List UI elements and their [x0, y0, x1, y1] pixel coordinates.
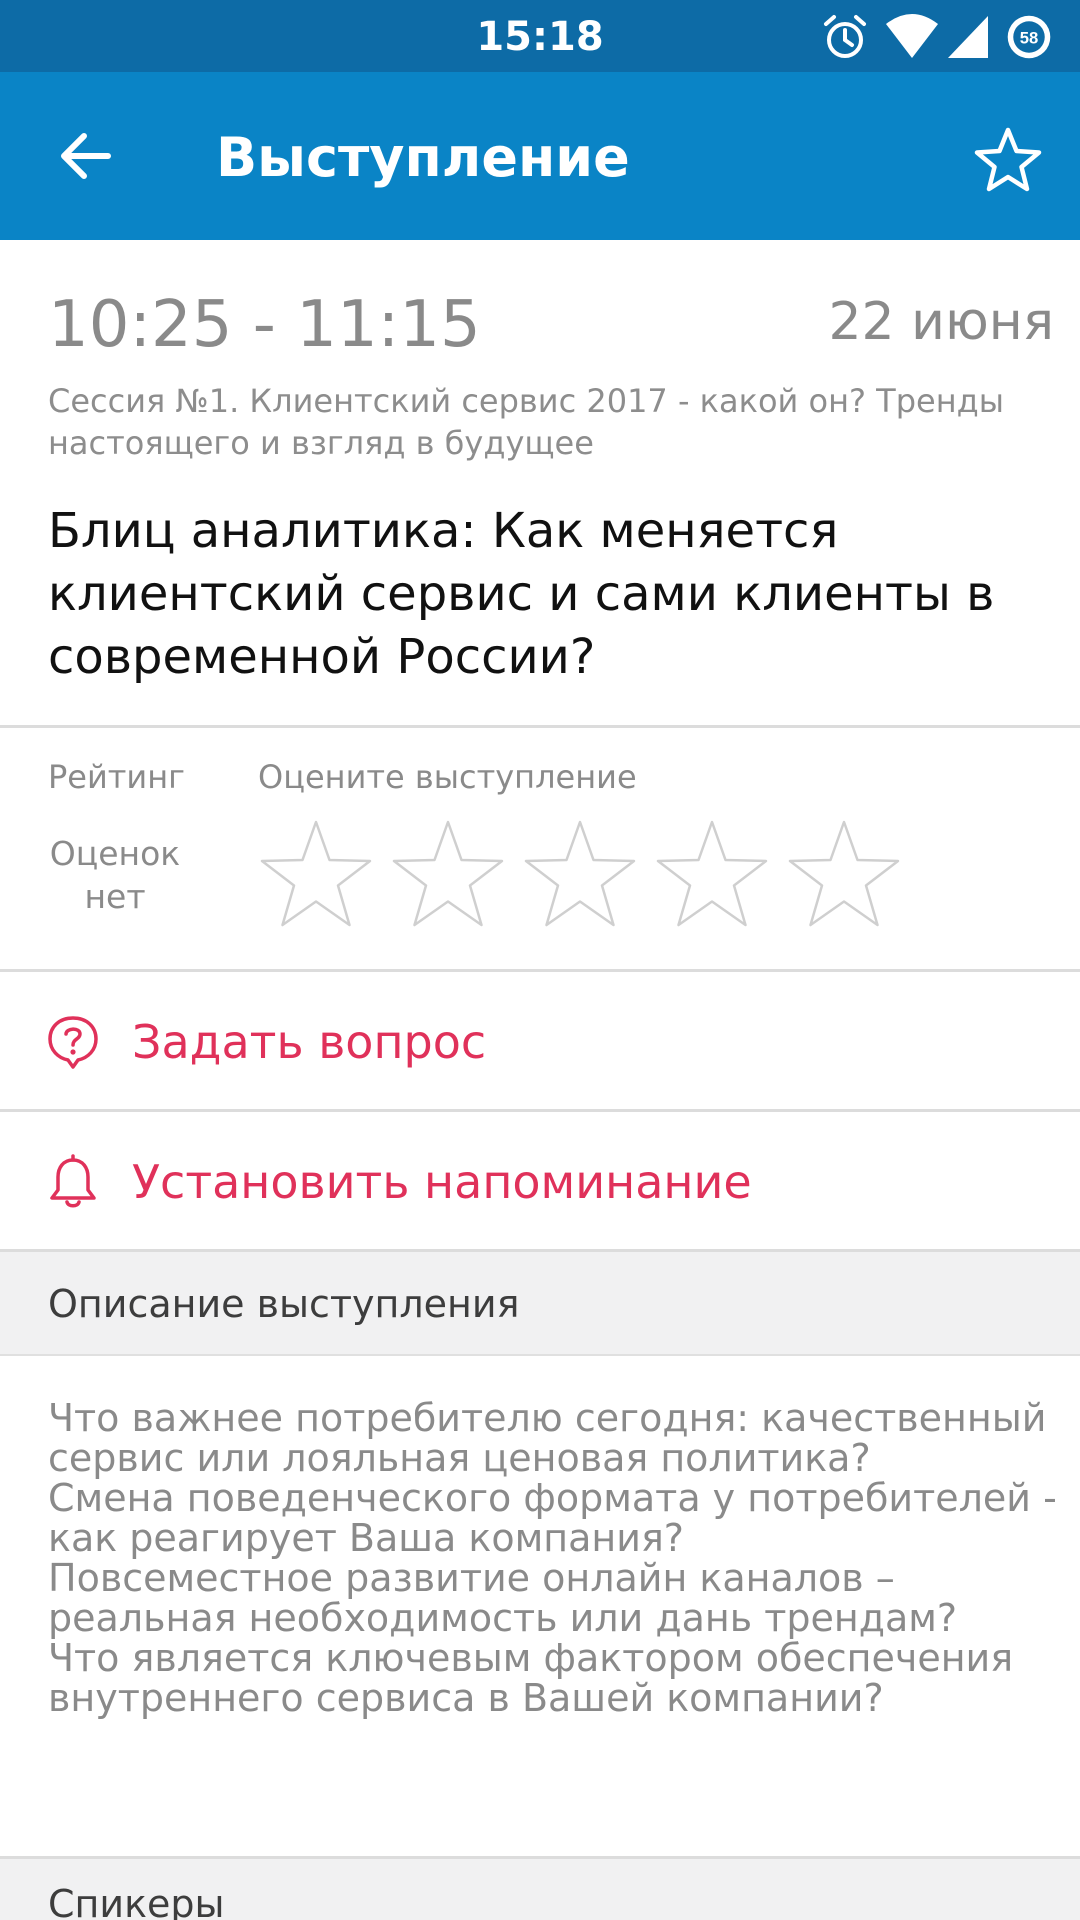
speakers-header: Спикеры	[0, 1856, 1080, 1920]
session-line: Сессия №1. Клиентский сервис 2017 - како…	[48, 382, 1004, 420]
description-line: Смена поведенческого формата у потребите…	[48, 1476, 1057, 1520]
battery-level: 58	[1020, 28, 1039, 47]
set-reminder-label: Установить напоминание	[132, 1155, 752, 1209]
rating-star-icon[interactable]	[786, 818, 902, 930]
talk-title: Блиц аналитика: Как меняется клиентский …	[48, 500, 1058, 689]
description-header: Описание выступления	[0, 1252, 1080, 1356]
question-bubble-icon	[48, 1016, 98, 1069]
ask-question-button[interactable]: Задать вопрос	[0, 972, 1080, 1112]
description-line: внутреннего сервиса в Вашей компании?	[48, 1676, 884, 1720]
ask-question-label: Задать вопрос	[132, 1015, 487, 1069]
talk-title-line: Блиц аналитика: Как меняется	[48, 503, 839, 559]
alarm-icon	[824, 15, 866, 58]
rating-star-icon[interactable]	[654, 818, 770, 930]
page-title: Выступление	[216, 126, 630, 189]
rating-star-icon[interactable]	[390, 818, 506, 930]
rating-count-line: нет	[84, 877, 146, 916]
arrow-left-icon[interactable]	[46, 116, 126, 196]
wifi-icon	[886, 14, 938, 58]
talk-header: 10:25 - 11:15 22 июня Сессия №1. Клиентс…	[0, 240, 1080, 728]
signal-icon	[948, 16, 988, 58]
speakers-header-label: Спикеры	[48, 1882, 225, 1920]
talk-time-range: 10:25 - 11:15	[48, 288, 481, 362]
rating-star-icon[interactable]	[258, 818, 374, 930]
description-line: Что важнее потребителю сегодня: качестве…	[48, 1396, 1047, 1440]
bell-icon	[50, 1154, 96, 1208]
description-line: как реагирует Ваша компания?	[48, 1516, 684, 1560]
rating-star-icon[interactable]	[522, 818, 638, 930]
rating-count: Оценок нет	[40, 832, 190, 918]
rate-prompt: Оцените выступление	[258, 758, 637, 796]
set-reminder-button[interactable]: Установить напоминание	[0, 1112, 1080, 1252]
description-header-label: Описание выступления	[48, 1282, 520, 1326]
description-line: Повсеместное развитие онлайн каналов –	[48, 1556, 895, 1600]
rating-label: Рейтинг	[48, 758, 185, 796]
star-outline-icon[interactable]	[970, 124, 1046, 200]
talk-title-line: современной России?	[48, 629, 596, 685]
description-line: сервис или лояльная ценовая политика?	[48, 1436, 871, 1480]
status-bar: 15:18 58	[0, 0, 1080, 72]
rating-section: Рейтинг Оцените выступление Оценок нет	[0, 728, 1080, 972]
description-line: реальная необходимость или дань трендам?	[48, 1596, 958, 1640]
rating-count-line: Оценок	[49, 834, 181, 873]
session-line: настоящего и взгляд в будущее	[48, 424, 594, 462]
session-name: Сессия №1. Клиентский сервис 2017 - како…	[48, 380, 1058, 464]
description-line: Что является ключевым фактором обеспечен…	[48, 1636, 1014, 1680]
talk-date: 22 июня	[828, 292, 1054, 352]
description-text: Что важнее потребителю сегодня: качестве…	[0, 1356, 1080, 1856]
battery-icon: 58	[1007, 15, 1051, 59]
app-bar: Выступление	[0, 72, 1080, 240]
talk-title-line: клиентский сервис и сами клиенты в	[48, 566, 995, 622]
